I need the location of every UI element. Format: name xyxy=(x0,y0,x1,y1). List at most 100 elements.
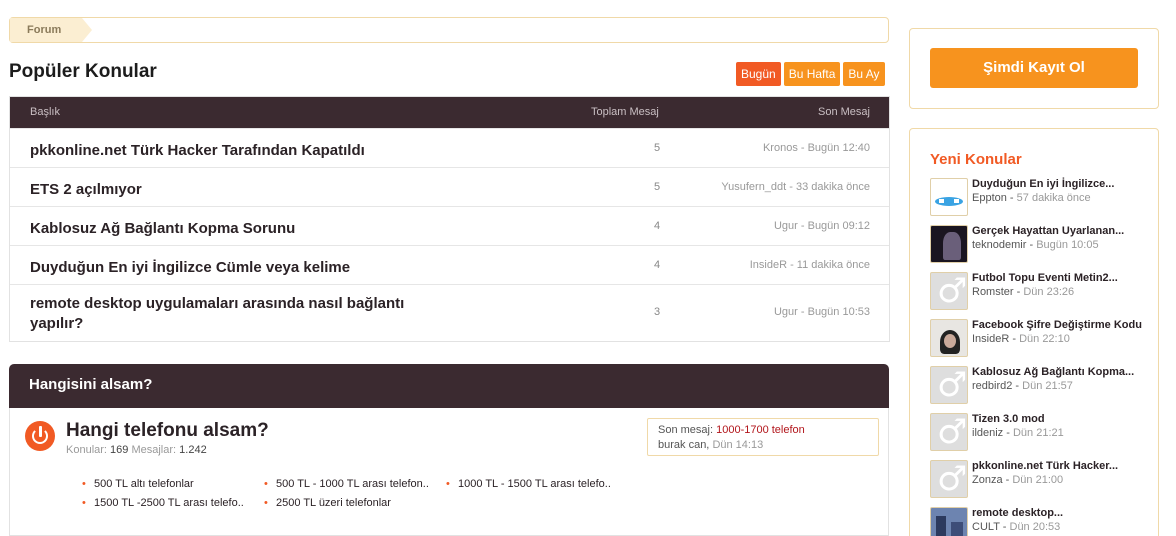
table-row: remote desktop uygulamaları arasında nas… xyxy=(10,284,889,341)
period-filters: Bugün Bu Hafta Bu Ay xyxy=(736,62,885,86)
topic-count: 4 xyxy=(654,220,661,232)
filter-month-button[interactable]: Bu Ay xyxy=(843,62,885,86)
topic-link[interactable]: Duyduğun En iyi İngilizce Cümle veya kel… xyxy=(30,258,450,278)
topic-last-post[interactable]: Yusufern_ddt - 33 dakika önce xyxy=(721,181,870,193)
thread-user[interactable]: Zonza xyxy=(972,474,1003,486)
thread-time: Dün 22:10 xyxy=(1019,333,1070,345)
avatar[interactable] xyxy=(930,319,968,357)
category-header: Hangisini alsam? xyxy=(9,364,889,408)
thread-item: Duyduğun En iyi İngilizce... Eppton - 57… xyxy=(930,178,1155,218)
topic-last-post[interactable]: Ugur - Bugün 10:53 xyxy=(774,306,870,318)
thread-title-link[interactable]: Facebook Şifre Değiştirme Kodu xyxy=(972,319,1142,331)
topic-link[interactable]: remote desktop uygulamaları arasında nas… xyxy=(30,294,450,334)
table-row: Duyduğun En iyi İngilizce Cümle veya kel… xyxy=(10,245,889,284)
topic-last-post[interactable]: Ugur - Bugün 09:12 xyxy=(774,220,870,232)
thread-user[interactable]: Eppton xyxy=(972,192,1007,204)
messages-label: Mesajlar: xyxy=(131,444,177,456)
topics-count: 169 xyxy=(110,444,129,456)
thread-meta: Zonza - Dün 21:00 xyxy=(972,474,1064,486)
last-post-time: Dün 14:13 xyxy=(712,439,764,451)
avatar[interactable] xyxy=(930,225,968,263)
thread-meta: teknodemir - Bugün 10:05 xyxy=(972,239,1099,251)
filter-today-button[interactable]: Bugün xyxy=(736,62,781,86)
thread-title-link[interactable]: Duyduğun En iyi İngilizce... xyxy=(972,178,1114,190)
thread-meta: CULT - Dün 20:53 xyxy=(972,521,1061,533)
thread-time: Dün 21:57 xyxy=(1022,380,1073,392)
thread-time: Dün 20:53 xyxy=(1009,521,1061,533)
topic-link[interactable]: pkkonline.net Türk Hacker Tarafından Kap… xyxy=(30,141,450,161)
thread-item: Kablosuz Ağ Bağlantı Kopma... redbird2 -… xyxy=(930,366,1155,406)
thread-title-link[interactable]: Tizen 3.0 mod xyxy=(972,413,1045,425)
avatar[interactable] xyxy=(930,460,968,498)
thread-user[interactable]: ildeniz xyxy=(972,427,1003,439)
avatar[interactable] xyxy=(930,507,968,536)
topic-last-post[interactable]: InsideR - 11 dakika önce xyxy=(750,259,870,271)
last-post-link[interactable]: 1000-1700 telefon xyxy=(716,424,805,436)
last-post-user[interactable]: burak can, xyxy=(658,439,709,451)
thread-meta: InsideR - Dün 22:10 xyxy=(972,333,1070,345)
topic-last-post[interactable]: Kronos - Bugün 12:40 xyxy=(763,142,870,154)
forum-node: Hangi telefonu alsam? Konular: 169 Mesaj… xyxy=(9,408,889,536)
thread-item: Facebook Şifre Değiştirme Kodu InsideR -… xyxy=(930,319,1155,359)
subforum-link[interactable]: 2500 TL üzeri telefonlar xyxy=(264,497,391,509)
topic-link[interactable]: ETS 2 açılmıyor xyxy=(30,180,450,200)
column-last: Son Mesaj xyxy=(818,106,870,118)
topics-label: Konular: xyxy=(66,444,107,456)
topic-count: 5 xyxy=(654,181,661,193)
thread-item: Tizen 3.0 mod ildeniz - Dün 21:21 xyxy=(930,413,1155,453)
column-count: Toplam Mesaj xyxy=(591,106,659,118)
thread-title-link[interactable]: Futbol Topu Eventi Metin2... xyxy=(972,272,1118,284)
new-threads-panel: Yeni Konular Duyduğun En iyi İngilizce..… xyxy=(909,128,1159,536)
table-header: Başlık Toplam Mesaj Son Mesaj xyxy=(10,97,889,128)
thread-title-link[interactable]: Kablosuz Ağ Bağlantı Kopma... xyxy=(972,366,1134,378)
thread-title-link[interactable]: remote desktop... xyxy=(972,507,1063,519)
power-icon xyxy=(25,421,55,451)
filter-week-button[interactable]: Bu Hafta xyxy=(783,62,841,86)
thread-time: Dün 21:00 xyxy=(1012,474,1064,486)
avatar[interactable] xyxy=(930,413,968,451)
thread-user[interactable]: InsideR xyxy=(972,333,1009,345)
thread-time: Dün 21:21 xyxy=(1012,427,1064,439)
subforum-link[interactable]: 1000 TL - 1500 TL arası telefo.. xyxy=(446,478,611,490)
column-title: Başlık xyxy=(30,106,60,118)
thread-meta: ildeniz - Dün 21:21 xyxy=(972,427,1064,439)
table-row: Kablosuz Ağ Bağlantı Kopma Sorunu 4 Ugur… xyxy=(10,206,889,245)
topic-link[interactable]: Kablosuz Ağ Bağlantı Kopma Sorunu xyxy=(30,219,450,239)
thread-meta: Romster - Dün 23:26 xyxy=(972,286,1075,298)
thread-time: Bugün 10:05 xyxy=(1036,239,1099,251)
avatar[interactable] xyxy=(930,366,968,404)
thread-user[interactable]: teknodemir xyxy=(972,239,1026,251)
subforum-link[interactable]: 1500 TL -2500 TL arası telefo.. xyxy=(82,497,244,509)
avatar[interactable] xyxy=(930,272,968,310)
category-title[interactable]: Hangisini alsam? xyxy=(29,376,152,393)
thread-user[interactable]: CULT xyxy=(972,521,1000,533)
last-post-label: Son mesaj: xyxy=(658,424,714,436)
thread-title-link[interactable]: Gerçek Hayattan Uyarlanan... xyxy=(972,225,1124,237)
thread-title-link[interactable]: pkkonline.net Türk Hacker... xyxy=(972,460,1118,472)
subforum-link[interactable]: 500 TL altı telefonlar xyxy=(82,478,194,490)
breadcrumb: Forum xyxy=(9,17,889,43)
thread-user[interactable]: redbird2 xyxy=(972,380,1012,392)
messages-count: 1.242 xyxy=(179,444,207,456)
register-panel: Şimdi Kayıt Ol xyxy=(909,28,1159,109)
forum-title-link[interactable]: Hangi telefonu alsam? xyxy=(66,420,269,442)
thread-meta: redbird2 - Dün 21:57 xyxy=(972,380,1073,392)
subforum-link[interactable]: 500 TL - 1000 TL arası telefon.. xyxy=(264,478,429,490)
thread-item: remote desktop... CULT - Dün 20:53 xyxy=(930,507,1155,536)
new-threads-title: Yeni Konular xyxy=(930,151,1022,168)
forum-stats: Konular: 169 Mesajlar: 1.242 xyxy=(66,444,207,456)
register-button[interactable]: Şimdi Kayıt Ol xyxy=(930,48,1138,88)
popular-topics-title: Popüler Konular xyxy=(9,61,157,82)
avatar[interactable] xyxy=(930,178,968,216)
last-post-box: Son mesaj: 1000-1700 telefon burak can, … xyxy=(647,418,879,456)
popular-topics-table: Başlık Toplam Mesaj Son Mesaj pkkonline.… xyxy=(9,96,890,342)
thread-user[interactable]: Romster xyxy=(972,286,1014,298)
thread-time: 57 dakika önce xyxy=(1016,192,1091,204)
topic-count: 4 xyxy=(654,259,661,271)
table-row: ETS 2 açılmıyor 5 Yusufern_ddt - 33 daki… xyxy=(10,167,889,206)
thread-item: Gerçek Hayattan Uyarlanan... teknodemir … xyxy=(930,225,1155,265)
topic-count: 5 xyxy=(654,142,661,154)
thread-item: pkkonline.net Türk Hacker... Zonza - Dün… xyxy=(930,460,1155,500)
thread-time: Dün 23:26 xyxy=(1023,286,1075,298)
breadcrumb-forum-link[interactable]: Forum xyxy=(10,18,92,42)
